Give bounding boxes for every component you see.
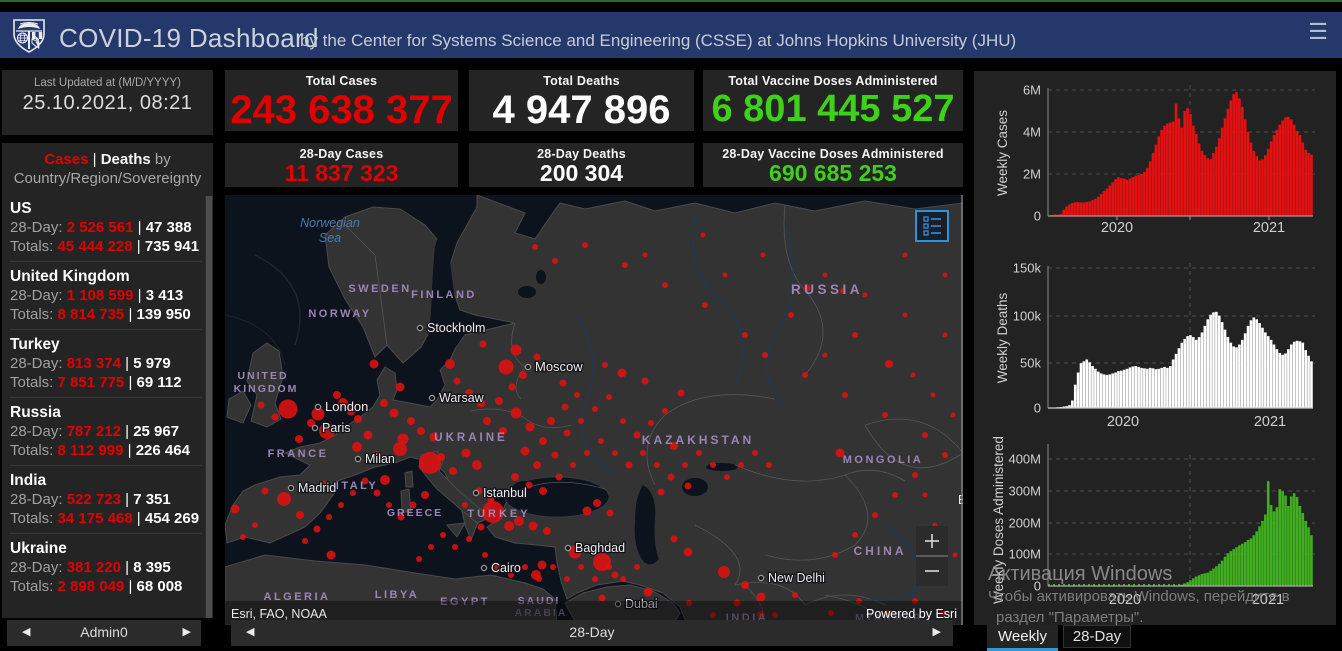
svg-text:KINGDOM: KINGDOM xyxy=(234,383,299,395)
svg-text:Weekly Cases: Weekly Cases xyxy=(995,110,1010,196)
svg-text:Paris: Paris xyxy=(322,421,350,435)
svg-text:KAZAKHSTAN: KAZAKHSTAN xyxy=(642,433,754,447)
svg-text:6M: 6M xyxy=(1023,83,1041,98)
svg-text:100M: 100M xyxy=(1008,547,1041,562)
svg-text:NORWAY: NORWAY xyxy=(308,308,371,320)
svg-text:100k: 100k xyxy=(1013,309,1042,324)
svg-text:300M: 300M xyxy=(1008,484,1041,499)
svg-text:TURKEY: TURKEY xyxy=(467,508,530,520)
svg-text:150k: 150k xyxy=(1013,261,1042,276)
svg-text:LIBYA: LIBYA xyxy=(375,589,420,601)
svg-text:2021: 2021 xyxy=(1253,220,1285,236)
svg-text:MONGOLIA: MONGOLIA xyxy=(843,454,924,466)
svg-text:2020: 2020 xyxy=(1107,414,1139,430)
svg-text:CHINA: CHINA xyxy=(854,544,907,558)
svg-text:New Delhi: New Delhi xyxy=(768,571,825,585)
svg-text:Warsaw: Warsaw xyxy=(439,391,485,405)
svg-text:London: London xyxy=(325,399,368,414)
svg-text:Powered by Esri: Powered by Esri xyxy=(866,607,957,621)
svg-text:Weekly Deaths: Weekly Deaths xyxy=(995,292,1010,383)
svg-text:Cairo: Cairo xyxy=(491,561,521,575)
svg-text:Milan: Milan xyxy=(365,452,395,466)
svg-text:400M: 400M xyxy=(1008,452,1041,467)
svg-text:Stockholm: Stockholm xyxy=(427,321,485,335)
svg-text:2020: 2020 xyxy=(1101,220,1133,236)
svg-text:RUSSIA: RUSSIA xyxy=(791,282,863,297)
svg-text:50k: 50k xyxy=(1020,356,1041,371)
svg-text:2021: 2021 xyxy=(1254,414,1286,430)
svg-text:SWEDEN: SWEDEN xyxy=(348,283,411,295)
svg-text:FINLAND: FINLAND xyxy=(411,289,477,301)
svg-text:Sea: Sea xyxy=(319,231,341,245)
svg-text:UKRAINE: UKRAINE xyxy=(434,432,507,444)
svg-text:Baghdad: Baghdad xyxy=(575,541,625,555)
svg-text:GREECE: GREECE xyxy=(387,507,443,519)
svg-text:4M: 4M xyxy=(1023,125,1041,140)
svg-text:Madrid: Madrid xyxy=(298,481,336,495)
svg-text:0: 0 xyxy=(1034,401,1041,416)
svg-text:200M: 200M xyxy=(1008,516,1041,531)
svg-text:Istanbul: Istanbul xyxy=(483,486,527,500)
svg-text:0: 0 xyxy=(1034,209,1041,224)
svg-text:Moscow: Moscow xyxy=(535,359,583,374)
svg-text:ITALY: ITALY xyxy=(336,480,378,492)
svg-text:FRANCE: FRANCE xyxy=(268,448,329,460)
svg-text:2M: 2M xyxy=(1023,167,1041,182)
svg-text:Norwegian: Norwegian xyxy=(300,216,360,230)
svg-text:UNITED: UNITED xyxy=(237,370,288,382)
svg-text:Esri, FAO, NOAA: Esri, FAO, NOAA xyxy=(231,607,328,621)
